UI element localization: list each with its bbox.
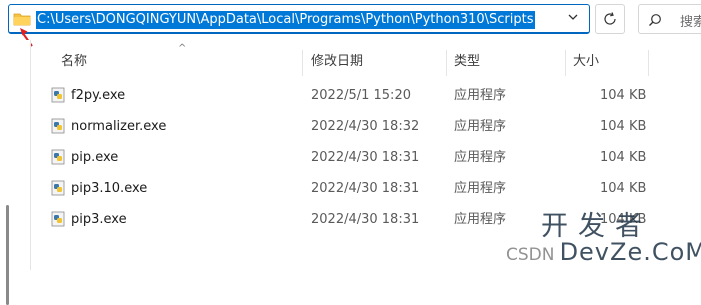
- file-size: 104 KB: [600, 150, 647, 165]
- address-bar-row: C:\Users\DONGQINGYUN\AppData\Local\Progr…: [0, 0, 701, 40]
- navigation-pane: [0, 40, 30, 305]
- column-divider[interactable]: [446, 50, 447, 76]
- file-type: 应用程序: [454, 119, 507, 134]
- file-row[interactable]: normalizer.exe 2022/4/30 18:32 应用程序 104 …: [31, 111, 701, 142]
- chevron-down-icon: [568, 14, 578, 20]
- column-divider[interactable]: [302, 50, 303, 76]
- refresh-icon: [604, 12, 616, 25]
- file-size: 104 KB: [600, 88, 647, 103]
- file-name: pip3.10.exe: [71, 181, 148, 196]
- search-icon: [649, 14, 661, 26]
- navigation-scrollbar[interactable]: [6, 205, 9, 305]
- column-header-size[interactable]: 大小: [573, 46, 599, 78]
- python-exe-icon: [51, 180, 67, 196]
- search-placeholder: 搜索: [680, 15, 701, 30]
- column-header-date[interactable]: 修改日期: [311, 46, 363, 78]
- search-input[interactable]: 搜索: [638, 4, 701, 34]
- watermark-devze: DevZe.CoM: [559, 238, 701, 266]
- file-date: 2022/4/30 18:31: [311, 150, 420, 165]
- column-header-type[interactable]: 类型: [454, 46, 480, 78]
- sort-ascending-icon: ^: [178, 43, 187, 54]
- address-history-dropdown[interactable]: [565, 11, 581, 27]
- file-type: 应用程序: [454, 150, 507, 165]
- column-header-name[interactable]: 名称: [61, 46, 87, 78]
- python-exe-icon: [51, 211, 67, 227]
- column-divider[interactable]: [565, 50, 566, 76]
- watermark-bottom: CSDN DevZe.CoM: [506, 238, 701, 266]
- file-row[interactable]: pip3.10.exe 2022/4/30 18:31 应用程序 104 KB: [31, 173, 701, 204]
- python-exe-icon: [51, 87, 67, 103]
- column-divider[interactable]: [648, 50, 649, 76]
- address-bar[interactable]: C:\Users\DONGQINGYUN\AppData\Local\Progr…: [8, 4, 590, 34]
- file-type: 应用程序: [454, 88, 507, 103]
- address-path-text[interactable]: C:\Users\DONGQINGYUN\AppData\Local\Progr…: [36, 11, 535, 29]
- file-row[interactable]: pip.exe 2022/4/30 18:31 应用程序 104 KB: [31, 142, 701, 173]
- file-date: 2022/4/30 18:31: [311, 212, 420, 227]
- file-name: f2py.exe: [71, 88, 126, 103]
- watermark-csdn: CSDN: [506, 245, 555, 265]
- file-date: 2022/4/30 18:31: [311, 181, 420, 196]
- file-row[interactable]: f2py.exe 2022/5/1 15:20 应用程序 104 KB: [31, 80, 701, 111]
- python-exe-icon: [51, 149, 67, 165]
- file-name: pip.exe: [71, 150, 119, 165]
- folder-icon: [13, 11, 31, 27]
- file-name: pip3.exe: [71, 212, 127, 227]
- file-date: 2022/4/30 18:32: [311, 119, 420, 134]
- python-exe-icon: [51, 118, 67, 134]
- file-type: 应用程序: [454, 212, 507, 227]
- file-size: 104 KB: [600, 181, 647, 196]
- column-header-row: ^ 名称 修改日期 类型 大小: [31, 43, 701, 78]
- refresh-button[interactable]: [595, 4, 625, 34]
- file-size: 104 KB: [600, 119, 647, 134]
- file-date: 2022/5/1 15:20: [311, 88, 411, 103]
- file-type: 应用程序: [454, 181, 507, 196]
- file-name: normalizer.exe: [71, 119, 167, 134]
